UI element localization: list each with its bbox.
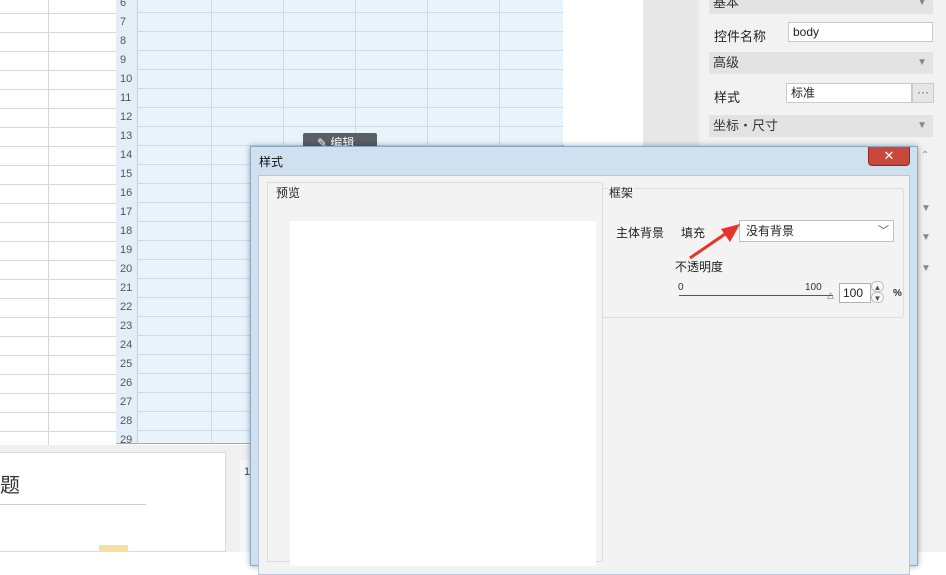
fill-select-value: 没有背景: [746, 224, 795, 238]
row-header[interactable]: 9: [116, 51, 138, 70]
preview-label: 预览: [275, 184, 302, 201]
dialog-title: 样式: [259, 155, 284, 169]
fill-select[interactable]: 没有背景 ﹀: [739, 220, 894, 242]
row-header[interactable]: 20: [116, 260, 138, 279]
row-header[interactable]: 8: [116, 32, 138, 51]
row-gridline: [0, 222, 116, 223]
row-gridline: [0, 298, 116, 299]
row-gridline: [0, 146, 116, 147]
row-gridline: [0, 374, 116, 375]
section-advanced-label: 高级: [713, 55, 740, 70]
row-gridline: [0, 203, 116, 204]
chevron-down-icon: ﹀: [878, 225, 889, 237]
row-header[interactable]: 19: [116, 241, 138, 260]
widget-name-label: 控件名称: [714, 29, 767, 44]
style-label: 样式: [714, 90, 741, 105]
style-dialog: 样式 ✕ 预览 框架 主体背景 填充 没有背景 ﹀ 不透明度 0 100 △ 1…: [250, 146, 918, 575]
section-coords[interactable]: 坐标・尺寸 ▼: [709, 115, 933, 137]
body-background-label: 主体背景: [616, 226, 665, 240]
row-header[interactable]: 15: [116, 165, 138, 184]
row-header[interactable]: 14: [116, 146, 138, 165]
row-gridline: [0, 260, 116, 261]
title-widget[interactable]: [0, 452, 226, 552]
row-header[interactable]: 22: [116, 298, 138, 317]
row-header[interactable]: 25: [116, 355, 138, 374]
row-gridline: [0, 279, 116, 280]
opacity-slider-thumb[interactable]: △: [827, 290, 834, 301]
section-basic[interactable]: 基本 ▼: [709, 0, 933, 14]
preview-group: [267, 182, 603, 566]
chevron-down-icon: ▼: [917, 0, 927, 8]
dialog-body: 预览 框架 主体背景 填充 没有背景 ﹀ 不透明度 0 100 △ 100 ▲ …: [258, 175, 910, 575]
section-basic-label: 基本: [713, 0, 740, 10]
style-input[interactable]: 标准: [786, 83, 912, 103]
row-header[interactable]: 24: [116, 336, 138, 355]
widget-name-input[interactable]: body: [788, 22, 933, 42]
canvas-blank-area: [563, 0, 643, 145]
row-header[interactable]: 18: [116, 222, 138, 241]
row-header[interactable]: 26: [116, 374, 138, 393]
row-gridline: [0, 241, 116, 242]
row-header[interactable]: 27: [116, 393, 138, 412]
opacity-slider-max: 100: [805, 282, 822, 293]
row-gridline: [0, 89, 116, 90]
row-header[interactable]: 17: [116, 203, 138, 222]
row-header[interactable]: 12: [116, 108, 138, 127]
chevron-down-icon[interactable]: ▼: [921, 263, 931, 274]
close-button[interactable]: ✕: [868, 147, 910, 166]
row-gridline: [0, 336, 116, 337]
row-header[interactable]: 21: [116, 279, 138, 298]
row-header[interactable]: 28: [116, 412, 138, 431]
row-header[interactable]: 10: [116, 70, 138, 89]
row-header[interactable]: 29: [116, 431, 138, 443]
opacity-slider-track[interactable]: [679, 295, 833, 296]
fill-label: 填充: [681, 226, 706, 240]
opacity-stepper[interactable]: ▲ ▼: [871, 281, 884, 305]
row-header[interactable]: 23: [116, 317, 138, 336]
stepper-up-icon[interactable]: ▲: [871, 281, 884, 292]
column-gridline: [211, 0, 212, 443]
row-header[interactable]: 13: [116, 127, 138, 146]
chevron-down-icon[interactable]: ▼: [921, 203, 931, 214]
row-header[interactable]: 16: [116, 184, 138, 203]
row-gridline: [0, 317, 116, 318]
left-grid: [0, 0, 116, 451]
row-gridline: [0, 127, 116, 128]
close-icon: ✕: [883, 148, 895, 163]
stepper-down-icon[interactable]: ▼: [871, 292, 884, 303]
row-gridline: [0, 184, 116, 185]
opacity-label: 不透明度: [675, 260, 724, 274]
stepper-icon[interactable]: ⌃: [921, 150, 929, 161]
row-gridline: [0, 108, 116, 109]
opacity-input[interactable]: 100: [839, 283, 871, 303]
row-header[interactable]: 6: [116, 0, 138, 13]
chevron-down-icon[interactable]: ▼: [921, 232, 931, 243]
column-gridline: [48, 0, 49, 445]
row-gridline: [0, 355, 116, 356]
row-gridline: [0, 70, 116, 71]
style-more-button[interactable]: ···: [912, 83, 934, 103]
row-gridline: [0, 13, 116, 14]
chevron-down-icon: ▼: [917, 57, 927, 68]
opacity-slider-min: 0: [678, 282, 684, 293]
section-coords-label: 坐标・尺寸: [713, 118, 779, 133]
frame-label: 框架: [608, 184, 635, 201]
row-gridline: [0, 412, 116, 413]
preview-box: [290, 221, 596, 566]
percent-sign: %: [893, 288, 902, 299]
row-gridline: [0, 32, 116, 33]
title-underline: [0, 504, 146, 505]
row-header[interactable]: 11: [116, 89, 138, 108]
row-gridline: [0, 431, 116, 432]
section-advanced[interactable]: 高级 ▼: [709, 52, 933, 74]
row-header[interactable]: 7: [116, 13, 138, 32]
row-gridline: [0, 165, 116, 166]
chevron-down-icon: ▼: [917, 120, 927, 131]
row-gridline: [0, 51, 116, 52]
title-widget-text: 题: [0, 475, 20, 497]
chart-bar-fragment: [99, 545, 128, 552]
row-gridline: [0, 393, 116, 394]
